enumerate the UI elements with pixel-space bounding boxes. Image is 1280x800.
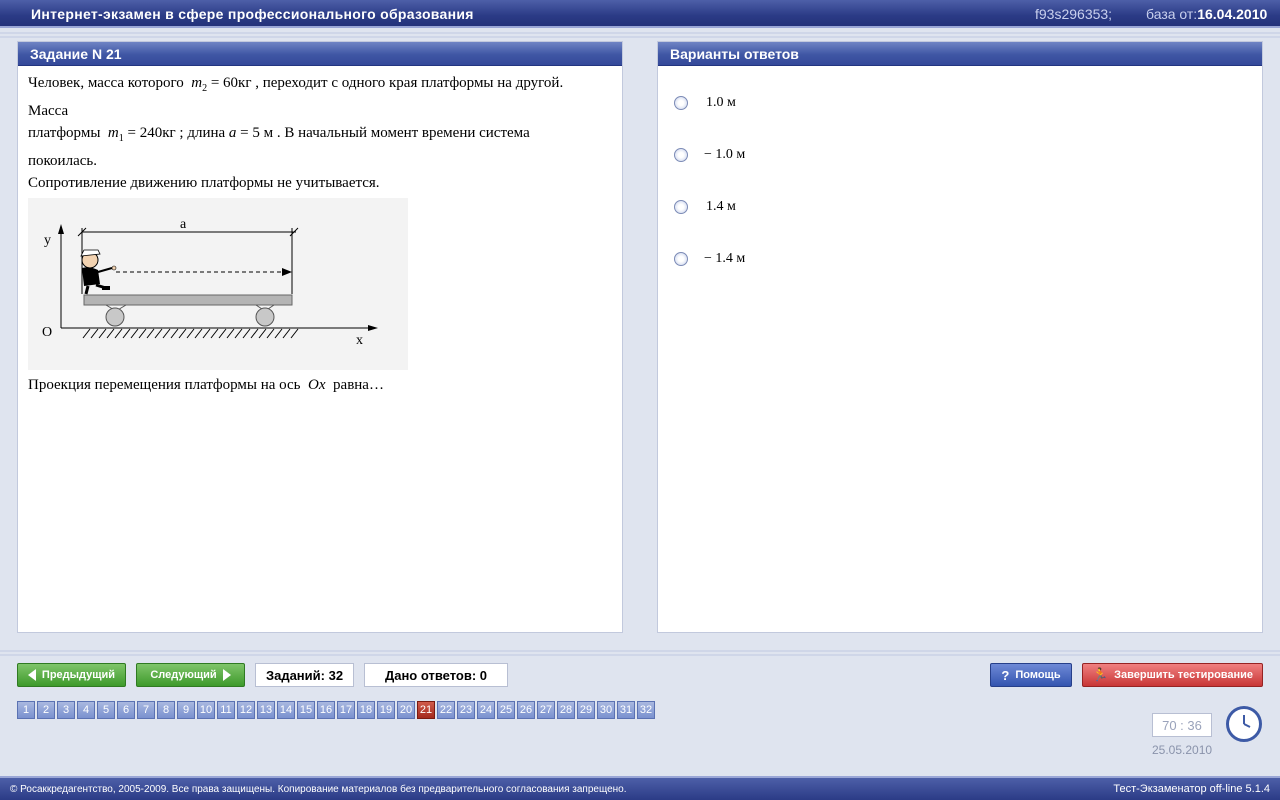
- bottom-stripes: [0, 648, 1280, 658]
- next-button[interactable]: Следующий: [136, 663, 245, 687]
- answers-heading: Варианты ответов: [658, 42, 1262, 66]
- radio-button[interactable]: [674, 96, 688, 110]
- wheel-right: [255, 307, 275, 327]
- task-number-22[interactable]: 22: [437, 701, 455, 719]
- help-button[interactable]: ? Помощь: [990, 663, 1072, 687]
- finish-test-button[interactable]: 🏃 Завершить тестирование: [1082, 663, 1263, 687]
- task-number-23[interactable]: 23: [457, 701, 475, 719]
- radio-button[interactable]: [674, 200, 688, 214]
- current-date: 25.05.2010: [1152, 743, 1213, 757]
- ground-hatching: [82, 328, 299, 339]
- task-number-2[interactable]: 2: [37, 701, 55, 719]
- platform-figure: y O x a: [28, 198, 408, 370]
- clock-icon: [1226, 706, 1262, 742]
- arrow-left-icon: [27, 669, 36, 681]
- wheel-left: [105, 307, 125, 327]
- task-number-24[interactable]: 24: [477, 701, 495, 719]
- task-number-11[interactable]: 11: [217, 701, 235, 719]
- task-number-27[interactable]: 27: [537, 701, 555, 719]
- base-date-label: база от:16.04.2010: [1146, 6, 1268, 22]
- task-number-21[interactable]: 21: [417, 701, 435, 719]
- base-date: 16.04.2010: [1197, 6, 1268, 22]
- task-number-4[interactable]: 4: [77, 701, 95, 719]
- platform-diagram: y O x a: [42, 217, 378, 348]
- task-number-1[interactable]: 1: [17, 701, 35, 719]
- header-stripes: [0, 30, 1280, 38]
- task-line-3: платформы m1 = 240кг ; длина a = 5 м . В…: [28, 125, 530, 144]
- footer-bar: © Росаккредагентство, 2005-2009. Все пра…: [0, 776, 1280, 800]
- question-icon: ?: [1001, 667, 1010, 683]
- answer-label: − 1.0 м: [704, 147, 746, 162]
- task-number-14[interactable]: 14: [277, 701, 295, 719]
- answers-given-count: Дано ответов: 0: [364, 663, 508, 687]
- running-man-icon: 🏃: [1091, 667, 1109, 682]
- arrow-right-icon: [222, 669, 231, 681]
- timer-display: 70 : 36: [1152, 713, 1212, 737]
- task-panel: Задание N 21 Человек, масса которого m2 …: [17, 41, 623, 633]
- answer-label: 1.4 м: [706, 199, 736, 214]
- task-number-6[interactable]: 6: [117, 701, 135, 719]
- task-number-13[interactable]: 13: [257, 701, 275, 719]
- task-number-3[interactable]: 3: [57, 701, 75, 719]
- task-text: Человек, масса которого m2 = 60кг , пере…: [18, 66, 622, 402]
- task-number-17[interactable]: 17: [337, 701, 355, 719]
- label-x: x: [356, 333, 363, 348]
- task-line-4: покоилась.: [28, 153, 97, 169]
- task-number-5[interactable]: 5: [97, 701, 115, 719]
- copyright-text: © Росаккредагентство, 2005-2009. Все пра…: [10, 784, 627, 795]
- task-number-25[interactable]: 25: [497, 701, 515, 719]
- label-y: y: [44, 233, 51, 248]
- app-title: Интернет-экзамен в сфере профессионально…: [31, 6, 474, 22]
- task-number-28[interactable]: 28: [557, 701, 575, 719]
- prev-button[interactable]: Предыдущий: [17, 663, 126, 687]
- task-number-15[interactable]: 15: [297, 701, 315, 719]
- task-number-26[interactable]: 26: [517, 701, 535, 719]
- task-number-29[interactable]: 29: [577, 701, 595, 719]
- answer-label: 1.0 м: [706, 95, 736, 110]
- task-number-20[interactable]: 20: [397, 701, 415, 719]
- task-number-bar: 1 2 3 4 5 6 7 8 9 10 11 12 13 14 15 16 17 18 19 20 21 22 23 24 2…: [17, 701, 655, 719]
- task-number-16[interactable]: 16: [317, 701, 335, 719]
- task-line-2: Масса: [28, 103, 69, 119]
- answers-panel: Варианты ответов 1.0 м − 1.0 м 1.4 м − 1…: [657, 41, 1263, 633]
- radio-button[interactable]: [674, 148, 688, 162]
- task-number-10[interactable]: 10: [197, 701, 215, 719]
- task-heading: Задание N 21: [18, 42, 622, 66]
- answer-label: − 1.4 м: [704, 251, 746, 266]
- task-number-7[interactable]: 7: [137, 701, 155, 719]
- session-code: f93s296353;: [1035, 6, 1113, 22]
- label-o: O: [42, 325, 52, 340]
- version-text: Тест-Экзаменатор off-line 5.1.4: [1113, 783, 1270, 795]
- label-a: a: [180, 217, 187, 232]
- tasks-count: Заданий: 32: [255, 663, 354, 687]
- task-line-5: Сопротивление движению платформы не учит…: [28, 175, 380, 191]
- task-line-1: Человек, масса которого m2 = 60кг , пере…: [28, 75, 564, 94]
- task-number-8[interactable]: 8: [157, 701, 175, 719]
- task-question: Проекция перемещения платформы на ось Ox…: [28, 377, 384, 393]
- title-bar: Интернет-экзамен в сфере профессионально…: [0, 0, 1280, 28]
- radio-button[interactable]: [674, 252, 688, 266]
- task-number-18[interactable]: 18: [357, 701, 375, 719]
- task-number-19[interactable]: 19: [377, 701, 395, 719]
- task-number-32[interactable]: 32: [637, 701, 655, 719]
- task-number-30[interactable]: 30: [597, 701, 615, 719]
- task-number-12[interactable]: 12: [237, 701, 255, 719]
- task-number-31[interactable]: 31: [617, 701, 635, 719]
- person-figure: [80, 249, 117, 295]
- platform: [83, 294, 293, 306]
- task-number-9[interactable]: 9: [177, 701, 195, 719]
